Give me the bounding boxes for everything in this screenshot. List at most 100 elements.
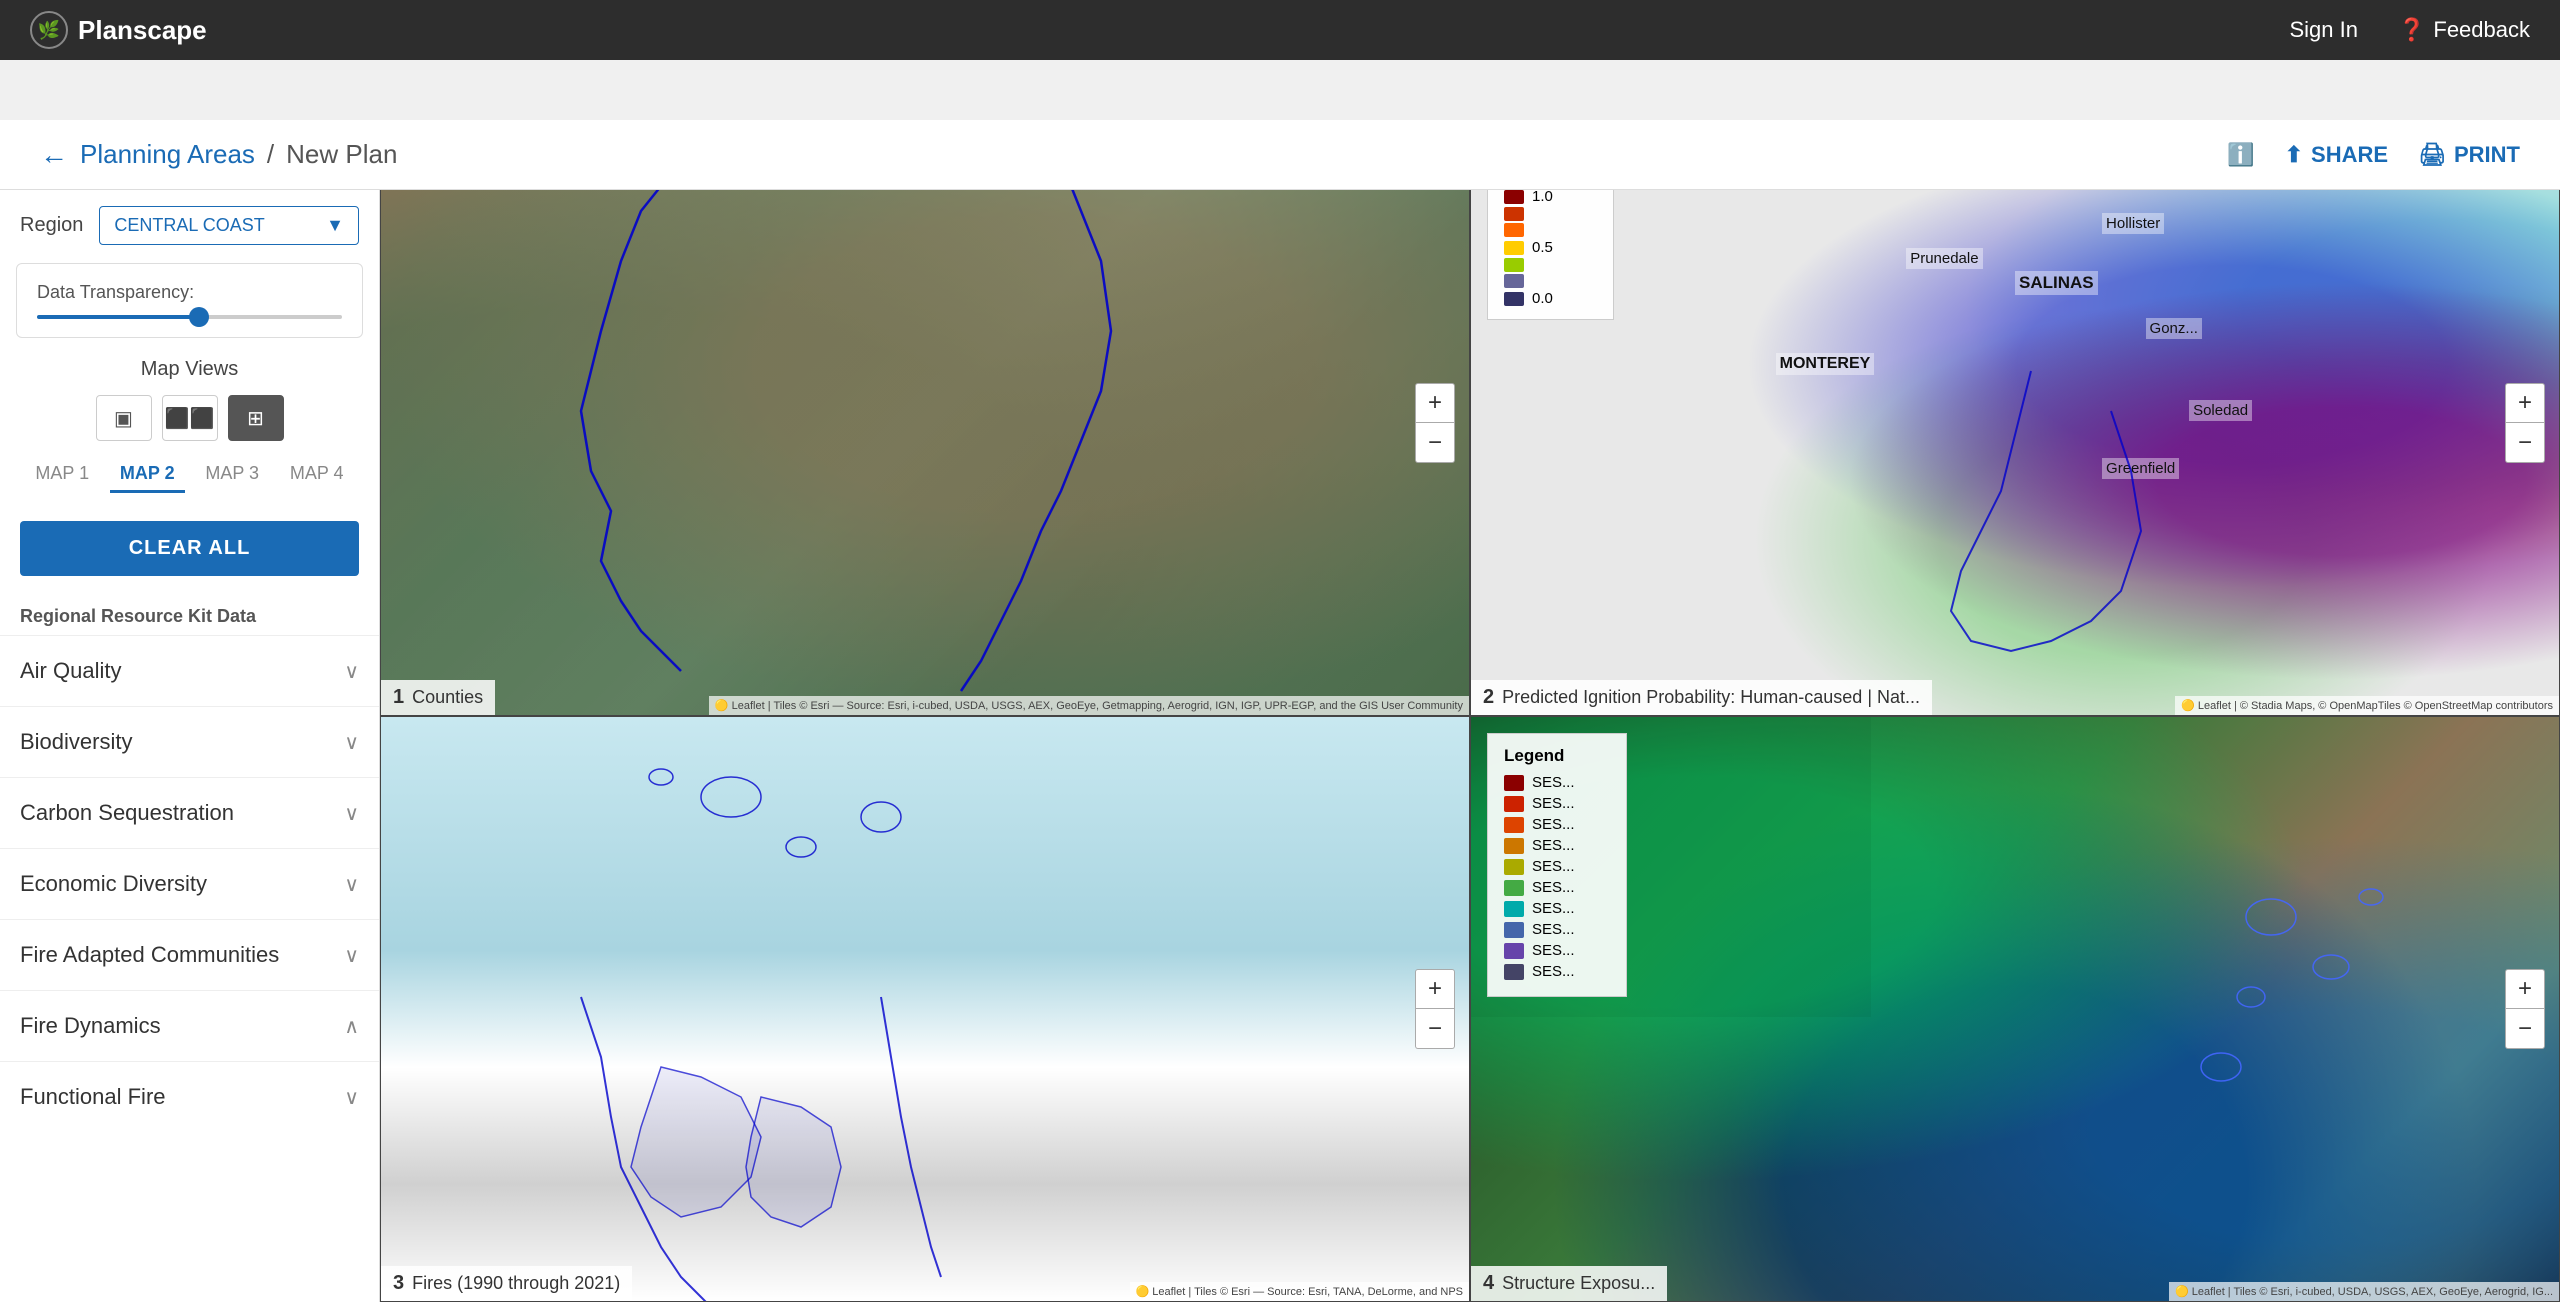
map3-zoom-controls: + − — [1415, 969, 1455, 1049]
accordion-fire-adapted: Fire Adapted Communities ∨ — [0, 919, 379, 990]
prob-item-6 — [1504, 274, 1597, 288]
chevron-down-icon: ∨ — [344, 1085, 359, 1110]
prob-item-1: 1.0 — [1504, 188, 1597, 205]
accordion-header-functional-fire[interactable]: Functional Fire ∨ — [0, 1062, 379, 1132]
map-panel-3[interactable]: + − 3 Fires (1990 through 2021) 🟡 Leafle… — [380, 716, 1470, 1302]
zoom-out-button[interactable]: − — [2505, 423, 2545, 463]
map-views-section: Map Views ▣ ⬛⬛ ⊞ MAP 1 MAP 2 MAP 3 MAP 4 — [0, 358, 379, 521]
chevron-up-icon: ∧ — [344, 1014, 359, 1039]
zoom-in-button[interactable]: + — [1415, 383, 1455, 423]
prob-item-7: 0.0 — [1504, 290, 1597, 307]
accordion-economic: Economic Diversity ∨ — [0, 848, 379, 919]
prob-item-5 — [1504, 258, 1597, 272]
zoom-out-button[interactable]: − — [1415, 1009, 1455, 1049]
info-button[interactable]: ℹ️ — [2227, 142, 2254, 168]
accordion-header-air-quality[interactable]: Air Quality ∨ — [0, 636, 379, 706]
accordion-header-carbon[interactable]: Carbon Sequestration ∨ — [0, 778, 379, 848]
prob-item-4: 0.5 — [1504, 239, 1597, 256]
accordion-header-economic[interactable]: Economic Diversity ∨ — [0, 849, 379, 919]
planning-areas-link[interactable]: Planning Areas — [80, 139, 255, 170]
sign-in-button[interactable]: Sign In — [2289, 17, 2358, 43]
zoom-in-button[interactable]: + — [2505, 383, 2545, 423]
map1-zoom-controls: + − — [1415, 383, 1455, 463]
breadcrumb-actions: ℹ️ ⬆ SHARE 🖨 PRINT — [2227, 142, 2520, 168]
back-button[interactable]: ← — [40, 139, 68, 171]
share-button[interactable]: ⬆ SHARE — [2285, 142, 2388, 168]
section-label: Regional Resource Kit Data — [0, 596, 379, 635]
zoom-out-button[interactable]: − — [2505, 1009, 2545, 1049]
quad-view-button[interactable]: ⊞ — [228, 395, 284, 441]
top-navigation: 🌿 Planscape Sign In ❓ Feedback — [0, 0, 2560, 60]
accordion-carbon: Carbon Sequestration ∨ — [0, 777, 379, 848]
legend-item-6: SES... — [1504, 879, 1610, 896]
map1-border — [381, 131, 1469, 715]
logo-icon: 🌿 — [30, 11, 68, 49]
clear-all-button[interactable]: CLEAR ALL — [20, 521, 359, 576]
map-view-buttons: ▣ ⬛⬛ ⊞ — [20, 395, 359, 441]
map4-structures — [1471, 717, 2559, 1301]
accordion-biodiversity: Biodiversity ∨ — [0, 706, 379, 777]
tab-map3[interactable]: MAP 3 — [195, 457, 269, 493]
left-panel: Map Control Panel Region CENTRAL COAST ▼… — [0, 130, 380, 1302]
map3-label: 3 Fires (1990 through 2021) — [381, 1266, 632, 1301]
slider-thumb[interactable] — [189, 307, 209, 327]
zoom-out-button[interactable]: − — [1415, 423, 1455, 463]
double-view-button[interactable]: ⬛⬛ — [162, 395, 218, 441]
main-layout: Map Control Panel Region CENTRAL COAST ▼… — [0, 130, 2560, 1302]
print-button[interactable]: 🖨 PRINT — [2418, 142, 2520, 168]
accordion-header-biodiversity[interactable]: Biodiversity ∨ — [0, 707, 379, 777]
legend-item-1: SES... — [1504, 774, 1610, 791]
chevron-down-icon: ▼ — [326, 215, 344, 236]
legend-box: Legend SES... SES... SES... SES... — [1487, 733, 1627, 997]
legend-item-10: SES... — [1504, 963, 1610, 980]
feedback-button[interactable]: ❓ Feedback — [2398, 17, 2530, 43]
accordion-header-fire-dynamics[interactable]: Fire Dynamics ∧ — [0, 991, 379, 1061]
map4-zoom-controls: + − — [2505, 969, 2545, 1049]
map3-fires — [381, 717, 1469, 1301]
legend-item-2: SES... — [1504, 795, 1610, 812]
legend-item-5: SES... — [1504, 858, 1610, 875]
region-label: Region — [20, 214, 83, 237]
zoom-in-button[interactable]: + — [2505, 969, 2545, 1009]
legend-item-8: SES... — [1504, 921, 1610, 938]
prob-item-3 — [1504, 223, 1597, 237]
legend-item-7: SES... — [1504, 900, 1610, 917]
region-row: Region CENTRAL COAST ▼ — [0, 206, 379, 263]
tab-map4[interactable]: MAP 4 — [280, 457, 354, 493]
breadcrumb-bar: ← Planning Areas / New Plan ℹ️ ⬆ SHARE 🖨… — [0, 120, 2560, 190]
map4-label: 4 Structure Exposu... — [1471, 1266, 1667, 1301]
map-panel-2[interactable]: SANTA CRUZ Watsonville Hollister Pruneda… — [1470, 130, 2560, 716]
app-logo: 🌿 Planscape — [30, 11, 207, 49]
accordion-air-quality: Air Quality ∨ — [0, 635, 379, 706]
tab-map1[interactable]: MAP 1 — [25, 457, 99, 493]
chevron-down-icon: ∨ — [344, 801, 359, 826]
legend-title: Legend — [1504, 746, 1610, 766]
accordion-functional-fire: Functional Fire ∨ — [0, 1061, 379, 1132]
info-icon: ℹ️ — [2227, 142, 2254, 168]
chevron-down-icon: ∨ — [344, 659, 359, 684]
map-views-label: Map Views — [20, 358, 359, 381]
map-panel-1[interactable]: START PLANNING: ✏️ DRAW AREA 📁 UPLOAD AR… — [380, 130, 1470, 716]
breadcrumb-separator: / — [267, 139, 274, 170]
chevron-down-icon: ∨ — [344, 943, 359, 968]
current-page: New Plan — [286, 139, 397, 170]
accordion-header-fire-adapted[interactable]: Fire Adapted Communities ∨ — [0, 920, 379, 990]
share-icon: ⬆ — [2285, 142, 2303, 168]
transparency-label: Data Transparency: — [37, 282, 342, 303]
single-view-button[interactable]: ▣ — [96, 395, 152, 441]
chevron-down-icon: ∨ — [344, 730, 359, 755]
legend-item-9: SES... — [1504, 942, 1610, 959]
zoom-in-button[interactable]: + — [1415, 969, 1455, 1009]
map-panel-4[interactable]: Legend SES... SES... SES... SES... — [1470, 716, 2560, 1302]
map2-label: 2 Predicted Ignition Probability: Human-… — [1471, 680, 1932, 715]
transparency-slider[interactable] — [37, 315, 342, 319]
map2-zoom-controls: + − — [2505, 383, 2545, 463]
chevron-down-icon: ∨ — [344, 872, 359, 897]
prob-legend-bar: 1.0 0.5 — [1504, 188, 1597, 307]
map2-border — [1471, 131, 2559, 715]
accordion-fire-dynamics: Fire Dynamics ∧ — [0, 990, 379, 1061]
legend-item-4: SES... — [1504, 837, 1610, 854]
region-select[interactable]: CENTRAL COAST ▼ — [99, 206, 359, 245]
tab-map2[interactable]: MAP 2 — [110, 457, 185, 493]
print-icon: 🖨 — [2418, 142, 2446, 168]
